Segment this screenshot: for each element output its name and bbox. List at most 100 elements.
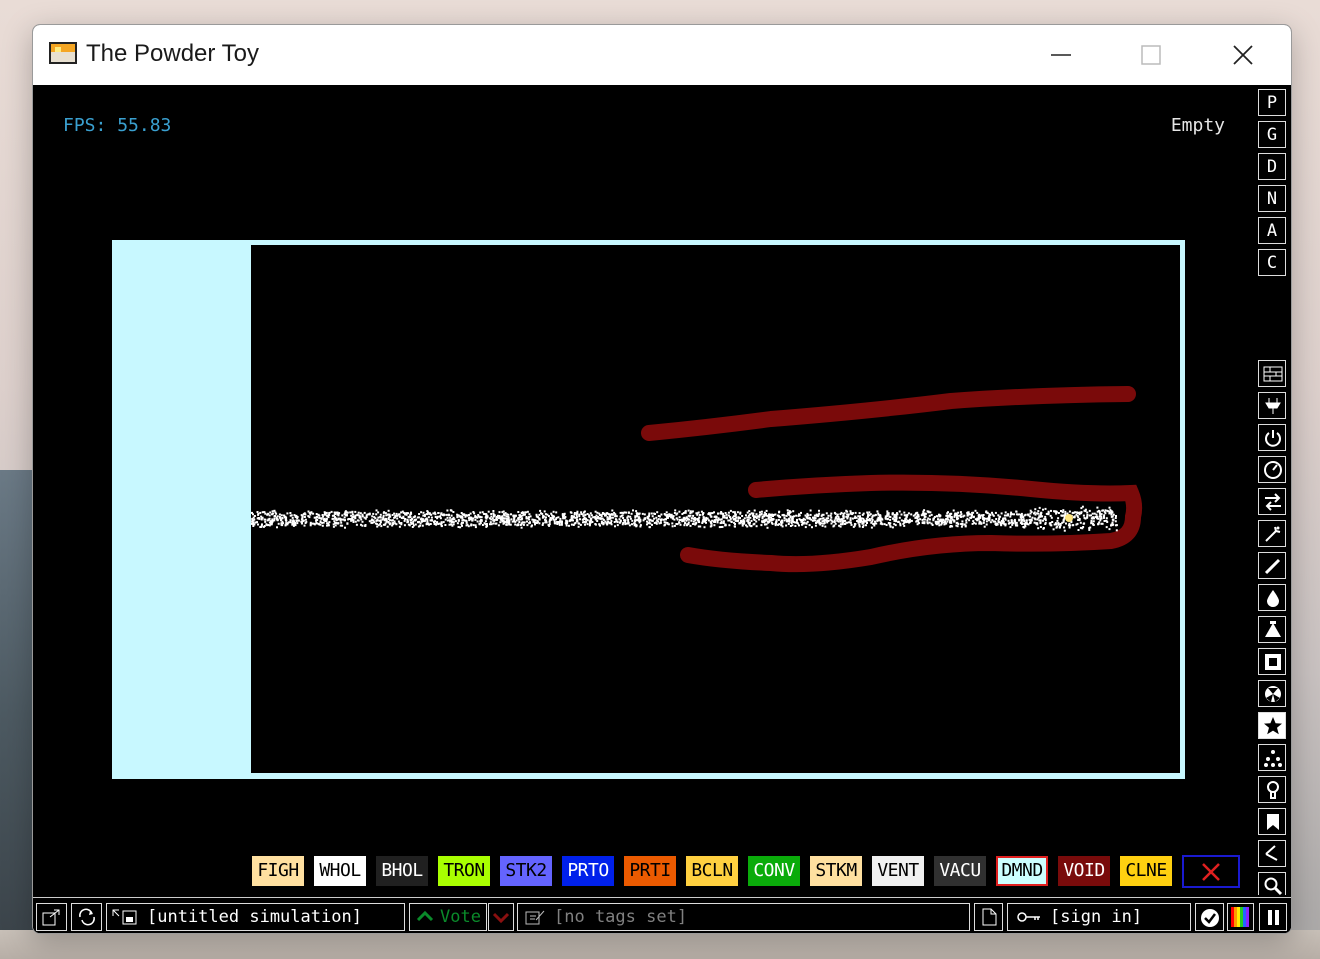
close-button[interactable] [1221,35,1265,75]
title-bar[interactable]: The Powder Toy [33,25,1291,85]
search-icon [1264,877,1283,896]
element-vacu-button[interactable]: VACU [934,856,986,886]
tools-icon [1267,814,1279,830]
special-icon [1264,717,1282,735]
thumbs-up-icon [416,910,434,922]
menu-force-button[interactable] [1258,488,1286,515]
explosives-icon [1265,526,1281,542]
element-vent-button[interactable]: VENT [872,856,924,886]
electronics-icon [1265,398,1281,414]
bottom-bar-divider [33,897,1291,898]
favorites-icon [1265,845,1278,861]
element-clne-button[interactable]: CLNE [1120,856,1172,886]
game-content: FPS: 55.83 Empty PGDNAC FIGH WHOL BHOL TRON… [33,85,1291,933]
hover-element-label: Empty [1170,115,1225,136]
new-simulation-button[interactable] [974,903,1003,931]
menu-life-button[interactable] [1258,776,1286,803]
life-icon [1267,781,1279,799]
wall-stroke-top [641,386,1136,441]
simulation-drawing [251,386,1143,573]
maximize-icon [1141,45,1161,65]
thumbs-down-icon [492,912,510,924]
menu-gases-button[interactable] [1258,552,1286,579]
radioactive-icon [1265,686,1281,702]
menu-powered-button[interactable] [1258,424,1286,451]
element-bcln-button[interactable]: BCLN [686,856,738,886]
new-file-icon [982,908,997,926]
bottom-bar: [untitled simulation] Vote [no tags set]… [33,895,1291,933]
maximize-button[interactable] [1129,35,1173,75]
vote-down-button[interactable] [488,903,514,931]
window-title: The Powder Toy [86,40,259,67]
glow-particle [1065,514,1073,522]
element-stk2-button[interactable]: STK2 [500,856,552,886]
mode-button-c[interactable]: C [1258,249,1286,276]
sign-in-button[interactable]: [sign in] [1007,903,1191,931]
powered-icon [1265,430,1281,447]
app-window: The Powder Toy FPS: 55.83 Empty P G D N … [32,24,1292,934]
open-button[interactable] [36,903,67,931]
mode-button-a[interactable]: A [1258,217,1286,244]
mode-button-p[interactable]: P [1258,89,1286,116]
tags-label: [no tags set] [554,907,688,927]
menu-sensors-button[interactable] [1258,456,1286,483]
reload-icon [79,908,95,926]
settings-check-icon [1201,909,1219,927]
menu-walls-button[interactable] [1258,360,1286,387]
mode-button-n[interactable]: N [1258,185,1286,212]
element-whol-button[interactable]: WHOL [314,856,366,886]
menu-particles-button[interactable] [1258,744,1286,771]
sensors-icon [1264,461,1282,479]
minimize-icon [1051,54,1071,56]
liquids-icon [1267,590,1279,607]
particles-icon [1264,750,1282,767]
desktop-wallpaper-ground [0,930,1320,959]
menu-explosives-button[interactable] [1258,520,1286,547]
powders-icon [1265,621,1281,637]
close-icon [1233,45,1253,65]
simulation-canvas[interactable] [251,245,1180,773]
mode-button-d[interactable]: D [1258,153,1286,180]
menu-radioactive-button[interactable] [1258,680,1286,707]
menu-electronics-button[interactable] [1258,392,1286,419]
element-void-button[interactable]: VOID [1058,856,1110,886]
powder-toy-app-icon [49,42,77,64]
element-conv-button[interactable]: CONV [748,856,800,886]
clear-tool-button[interactable] [1182,855,1240,888]
tags-button[interactable]: [no tags set] [517,903,970,931]
element-tron-button[interactable]: TRON [438,856,490,886]
vote-up-button[interactable]: Vote [409,903,487,931]
save-simulation-button[interactable]: [untitled simulation] [106,903,405,931]
element-dmnd-button[interactable]: DMND [996,856,1048,886]
menu-special-button[interactable] [1258,712,1286,739]
settings-button[interactable] [1195,903,1224,931]
menu-powders-button[interactable] [1258,616,1286,643]
right-toolbar: PGDNAC [1257,85,1291,933]
menu-tools-button[interactable] [1258,808,1286,835]
menu-solids-button[interactable] [1258,648,1286,675]
tag-icon [525,910,545,925]
sign-in-label: [sign in] [1050,907,1143,927]
render-options-button[interactable] [1227,903,1254,931]
element-figh-button[interactable]: FIGH [252,856,304,886]
minimize-button[interactable] [1039,35,1083,75]
particle-stream [251,505,1118,532]
pause-icon [1268,910,1279,925]
element-prti-button[interactable]: PRTI [624,856,676,886]
element-bhol-button[interactable]: BHOL [376,856,428,886]
force-icon [1265,493,1281,511]
element-stkm-button[interactable]: STKM [810,856,862,886]
menu-favorites-button[interactable] [1258,840,1286,867]
menu-liquids-button[interactable] [1258,584,1286,611]
vote-label: Vote [440,907,481,927]
mode-button-g[interactable]: G [1258,121,1286,148]
open-simulation-icon [42,909,60,926]
walls-icon [1263,366,1283,382]
solids-icon [1265,654,1281,670]
gases-icon [1264,558,1281,575]
pause-button[interactable] [1259,903,1287,931]
simulation-border [112,240,1185,779]
element-prto-button[interactable]: PRTO [562,856,614,886]
reload-button[interactable] [71,903,102,931]
close-icon [1202,863,1220,881]
